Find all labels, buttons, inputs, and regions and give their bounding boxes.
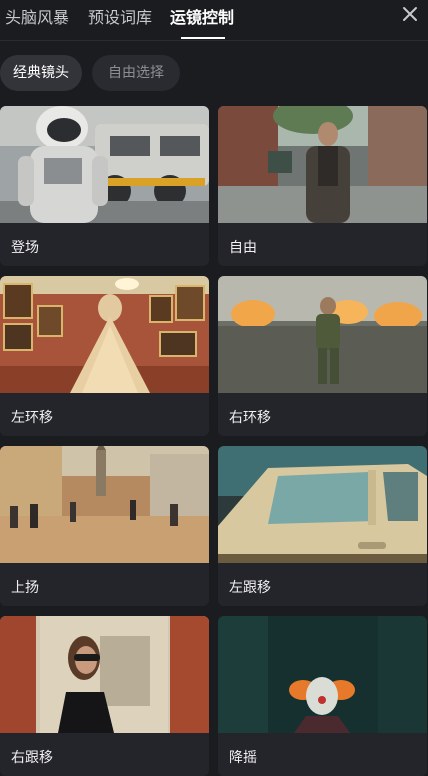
- tab-camera-control[interactable]: 运镜控制: [170, 4, 234, 28]
- camera-card-right-orbit[interactable]: 右环移: [218, 276, 427, 436]
- close-button[interactable]: [398, 2, 422, 26]
- thumbnail-vintage-car-image: [218, 446, 427, 563]
- thumbnail-astronaut-image: [0, 106, 209, 223]
- thumbnail-battlefield-soldier-image: [218, 276, 427, 393]
- thumbnail-clown-image: [218, 616, 427, 733]
- thumbnail-woman-building-image: [0, 616, 209, 733]
- thumbnail-street-man-image: [218, 106, 427, 223]
- card-label: 左环移: [11, 410, 53, 426]
- thumbnail-old-town-image: [0, 446, 209, 563]
- chip-free-select[interactable]: 自由选择: [92, 55, 180, 91]
- card-label: 自由: [229, 240, 257, 256]
- tab-preset-lexicon[interactable]: 预设词库: [88, 4, 152, 28]
- camera-card-right-follow[interactable]: 右跟移: [0, 616, 209, 776]
- camera-card-left-orbit[interactable]: 左环移: [0, 276, 209, 436]
- camera-card-entrance[interactable]: 登场: [0, 106, 209, 266]
- header-divider: [0, 40, 428, 41]
- tab-brainstorm[interactable]: 头脑风暴: [5, 4, 69, 28]
- card-label: 上扬: [11, 580, 39, 596]
- camera-card-left-follow[interactable]: 左跟移: [218, 446, 427, 606]
- card-label: 左跟移: [229, 580, 271, 596]
- card-label: 右跟移: [11, 750, 53, 766]
- top-tab-bar: 头脑风暴 预设词库 运镜控制: [0, 0, 428, 40]
- chip-classic-shots[interactable]: 经典镜头: [0, 55, 82, 91]
- camera-card-free[interactable]: 自由: [218, 106, 427, 266]
- thumbnail-gallery-gown-image: [0, 276, 209, 393]
- camera-card-rise[interactable]: 上扬: [0, 446, 209, 606]
- card-label: 右环移: [229, 410, 271, 426]
- camera-card-lower-pan[interactable]: 降摇: [218, 616, 427, 776]
- active-tab-indicator: [181, 37, 225, 39]
- card-label: 登场: [11, 240, 39, 256]
- card-label: 降摇: [229, 750, 257, 766]
- close-icon: [403, 7, 417, 21]
